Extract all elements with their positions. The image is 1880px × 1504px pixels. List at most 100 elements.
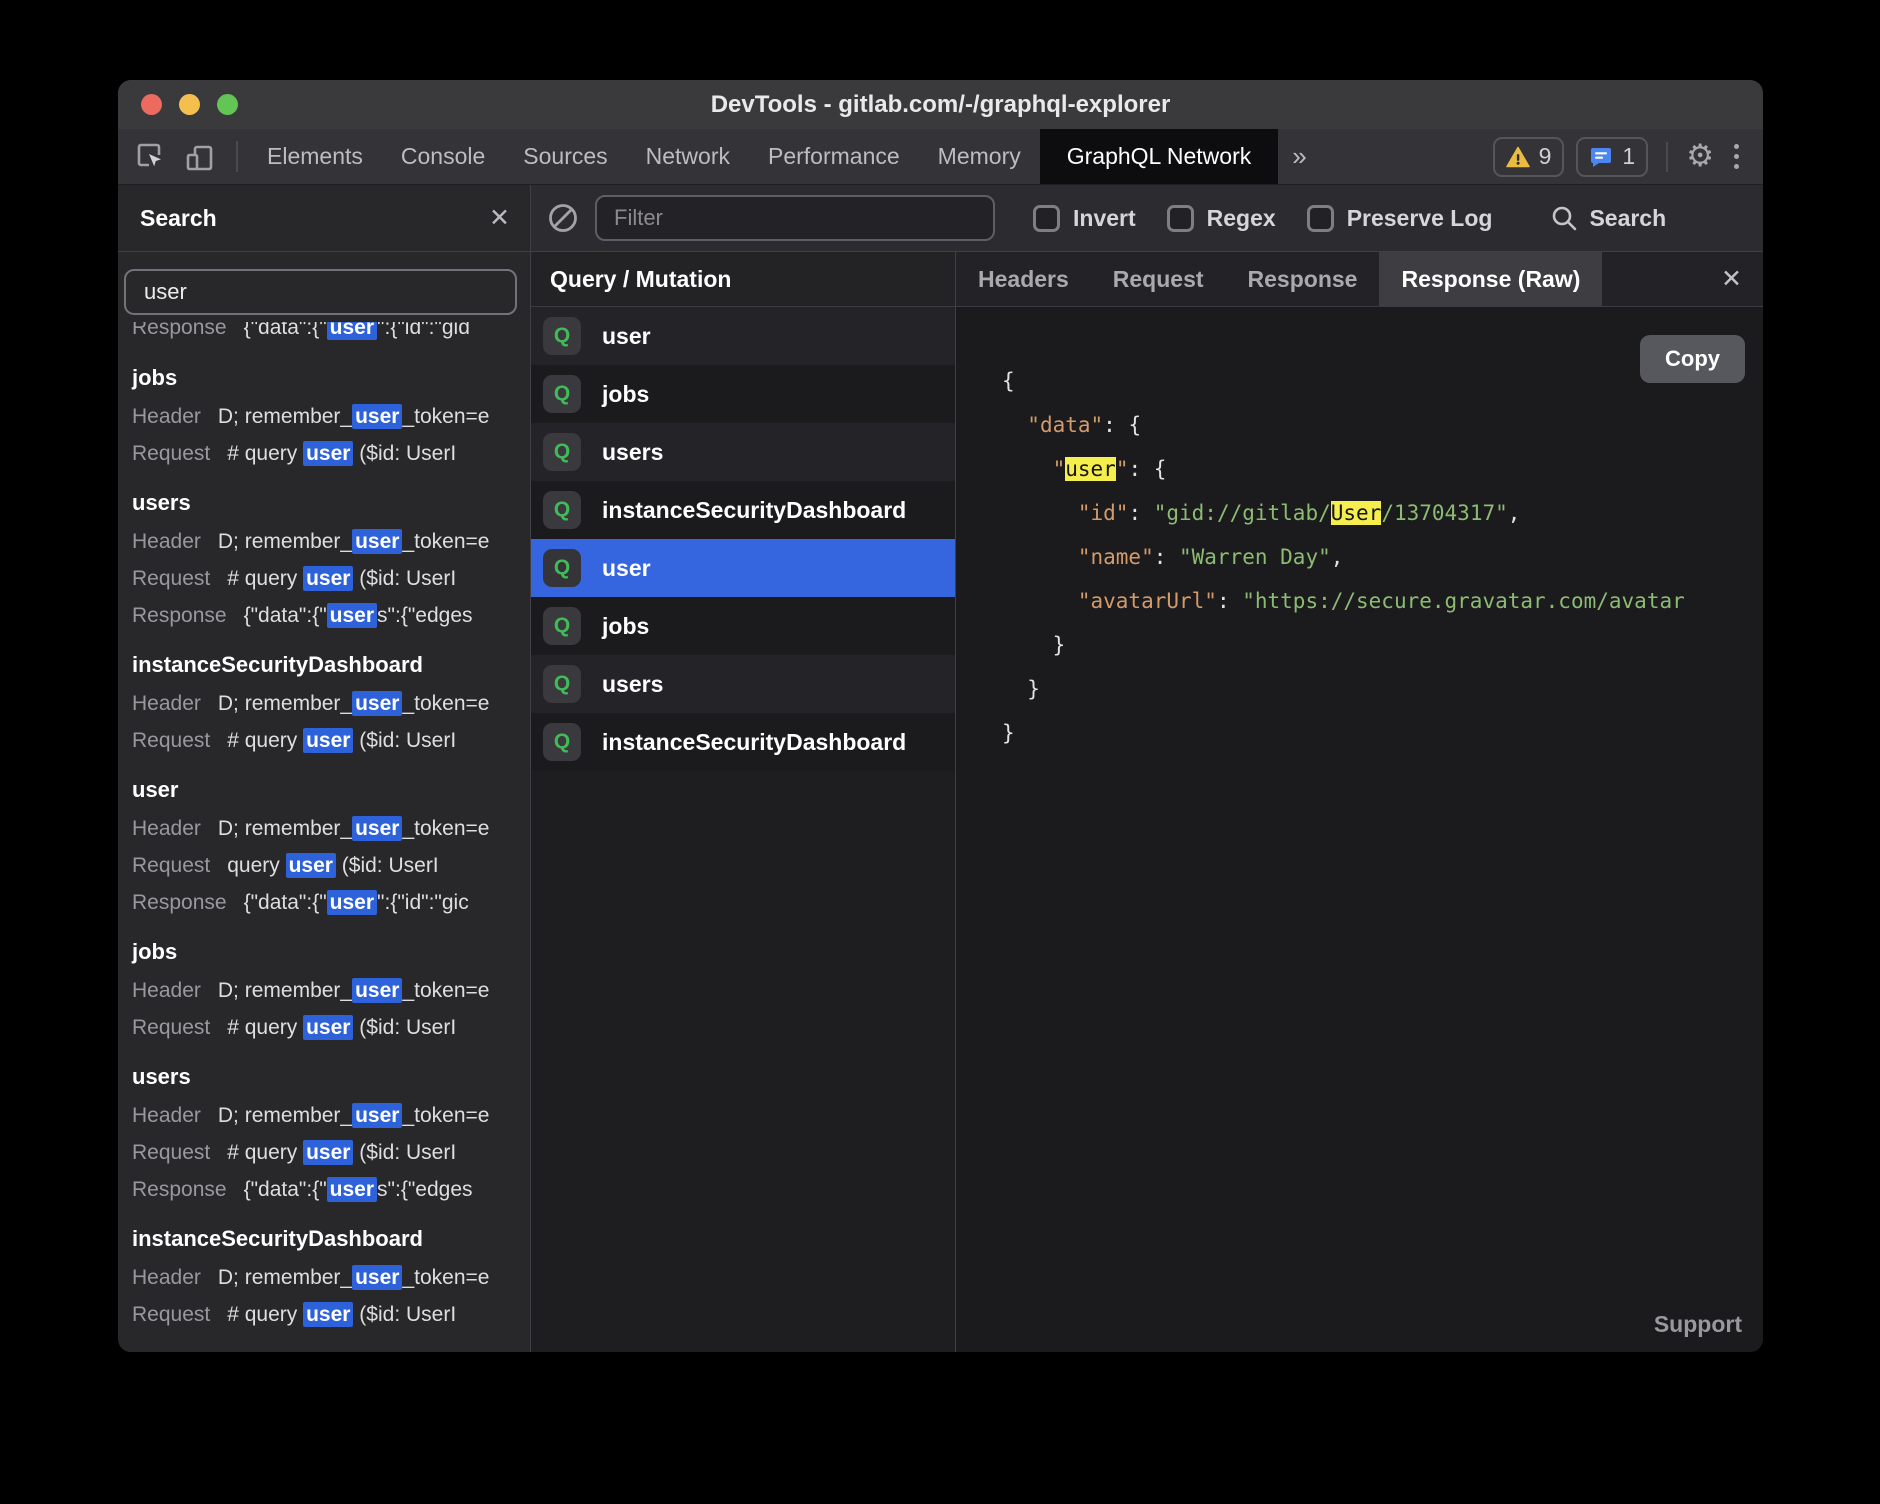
search-result-line[interactable]: Response{"data":{"users":{"edges: [132, 1171, 530, 1208]
search-result-line[interactable]: Response{"data":{"user":{"id":"gid: [132, 322, 530, 346]
tab-elements[interactable]: Elements: [248, 129, 382, 184]
filter-input[interactable]: Filter: [595, 195, 995, 241]
search-match-highlight: user: [352, 1103, 402, 1128]
settings-gear-icon[interactable]: ⚙: [1686, 141, 1714, 172]
network-filter-bar: Filter InvertRegexPreserve Log Search: [531, 185, 1763, 252]
result-line-label: Request: [132, 1016, 210, 1039]
search-result-line[interactable]: Request# query user ($id: UserI: [132, 1009, 530, 1046]
search-result-line[interactable]: HeaderD; remember_user_token=e: [132, 398, 530, 435]
code-token: :: [1103, 413, 1128, 437]
tab-network[interactable]: Network: [627, 129, 749, 184]
search-result-line[interactable]: HeaderD; remember_user_token=e: [132, 685, 530, 722]
warnings-badge[interactable]: 9: [1493, 137, 1565, 177]
query-row-user-selected[interactable]: Quser: [531, 539, 955, 597]
json-response-code: { "data": { "user": { "id": "gid://gitla…: [1002, 359, 1763, 1352]
result-text: {"data":{": [244, 322, 327, 339]
code-token: ,: [1331, 545, 1344, 569]
inspect-element-icon[interactable]: [134, 140, 168, 174]
result-line-label: Header: [132, 1104, 201, 1127]
search-result-line[interactable]: Requestquery user ($id: UserI: [132, 847, 530, 884]
result-group-title: jobs: [132, 932, 530, 972]
result-line-label: Response: [132, 604, 227, 627]
result-line-label: Request: [132, 729, 210, 752]
more-tabs-chevron-icon[interactable]: »: [1278, 129, 1320, 184]
result-text: ($id: UserI: [353, 1303, 456, 1326]
result-line-label: Request: [132, 567, 210, 590]
code-token: ": [1116, 457, 1129, 481]
search-match-highlight: user: [303, 1015, 353, 1040]
result-text: ($id: UserI: [336, 854, 439, 877]
result-text: D; remember_: [218, 692, 352, 715]
title-bar: DevTools - gitlab.com/-/graphql-explorer: [118, 80, 1763, 129]
search-result-line[interactable]: Response{"data":{"user":{"id":"gic: [132, 884, 530, 921]
detail-tabs: HeadersRequestResponseResponse (Raw) ✕: [956, 252, 1763, 307]
query-row-jobs[interactable]: Qjobs: [531, 597, 955, 655]
tab-memory[interactable]: Memory: [919, 129, 1040, 184]
tab-response-raw[interactable]: Response (Raw): [1379, 252, 1602, 306]
copy-button[interactable]: Copy: [1640, 335, 1745, 383]
result-text: _token=e: [402, 817, 489, 840]
result-line-label: Header: [132, 692, 201, 715]
search-panel-close-icon[interactable]: ✕: [489, 206, 510, 231]
search-result-line[interactable]: HeaderD; remember_user_token=e: [132, 523, 530, 560]
search-result-line[interactable]: Request# query user ($id: UserI: [132, 1134, 530, 1171]
tab-performance[interactable]: Performance: [749, 129, 919, 184]
search-tool[interactable]: Search: [1550, 204, 1666, 232]
search-result-line[interactable]: Request# query user ($id: UserI: [132, 722, 530, 759]
detail-close-icon[interactable]: ✕: [1700, 252, 1763, 306]
search-result-group-users: usersHeaderD; remember_user_token=eReque…: [132, 1057, 530, 1208]
result-text: _token=e: [402, 530, 489, 553]
search-result-line[interactable]: Request# query user ($id: UserI: [132, 1296, 530, 1333]
search-match-highlight: user: [327, 890, 377, 915]
search-result-group-user: userHeaderD; remember_user_token=eReques…: [132, 770, 530, 921]
code-token: [1002, 501, 1078, 525]
search-result-line[interactable]: HeaderD; remember_user_token=e: [132, 810, 530, 847]
zoom-window-button[interactable]: [217, 94, 238, 115]
result-text: query: [227, 854, 285, 877]
minimize-window-button[interactable]: [179, 94, 200, 115]
checkbox-invert[interactable]: [1033, 205, 1060, 232]
search-result-line[interactable]: HeaderD; remember_user_token=e: [132, 972, 530, 1009]
search-result-line[interactable]: HeaderD; remember_user_token=e: [132, 1097, 530, 1134]
result-text: {"data":{": [244, 891, 327, 914]
code-search-highlight: User: [1331, 501, 1382, 525]
result-text: D; remember_: [218, 530, 352, 553]
query-row-users[interactable]: Qusers: [531, 655, 955, 713]
clear-icon[interactable]: [546, 201, 580, 235]
search-result-line[interactable]: Response{"data":{"users":{"edges: [132, 597, 530, 634]
search-result-line[interactable]: Request# query user ($id: UserI: [132, 560, 530, 597]
device-toolbar-icon[interactable]: [182, 140, 216, 174]
query-row-users[interactable]: Qusers: [531, 423, 955, 481]
tab-sources[interactable]: Sources: [504, 129, 626, 184]
search-result-line[interactable]: Request# query user ($id: UserI: [132, 435, 530, 472]
query-row-user[interactable]: Quser: [531, 307, 955, 365]
tab-console[interactable]: Console: [382, 129, 504, 184]
tab-request[interactable]: Request: [1091, 252, 1226, 306]
warning-triangle-icon: [1506, 146, 1530, 168]
code-token: {: [1128, 413, 1141, 437]
kebab-menu-icon[interactable]: [1726, 144, 1747, 169]
search-match-highlight: user: [352, 1265, 402, 1290]
query-type-badge: Q: [543, 433, 581, 471]
search-result-line[interactable]: HeaderD; remember_user_token=e: [132, 1259, 530, 1296]
result-group-title: user: [132, 770, 530, 810]
result-text: D; remember_: [218, 979, 352, 1002]
search-input[interactable]: user: [124, 269, 517, 315]
tab-headers[interactable]: Headers: [956, 252, 1091, 306]
request-detail-pane: HeadersRequestResponseResponse (Raw) ✕ {…: [956, 252, 1763, 1352]
query-row-instancesecuritydashboard[interactable]: QinstanceSecurityDashboard: [531, 481, 955, 539]
tab-response[interactable]: Response: [1226, 252, 1380, 306]
close-window-button[interactable]: [141, 94, 162, 115]
checkbox-preserve-log[interactable]: [1307, 205, 1334, 232]
message-icon: [1589, 145, 1613, 169]
code-token: "id": [1078, 501, 1129, 525]
code-search-highlight: user: [1065, 457, 1116, 481]
support-link[interactable]: Support: [1654, 1311, 1742, 1338]
query-row-instancesecuritydashboard[interactable]: QinstanceSecurityDashboard: [531, 713, 955, 771]
tab-graphql-network[interactable]: GraphQL Network: [1040, 129, 1279, 184]
issues-badge[interactable]: 1: [1576, 137, 1648, 177]
checkbox-regex[interactable]: [1167, 205, 1194, 232]
code-token: "avatarUrl": [1078, 589, 1217, 613]
query-row-jobs[interactable]: Qjobs: [531, 365, 955, 423]
code-token: {: [1002, 369, 1015, 393]
